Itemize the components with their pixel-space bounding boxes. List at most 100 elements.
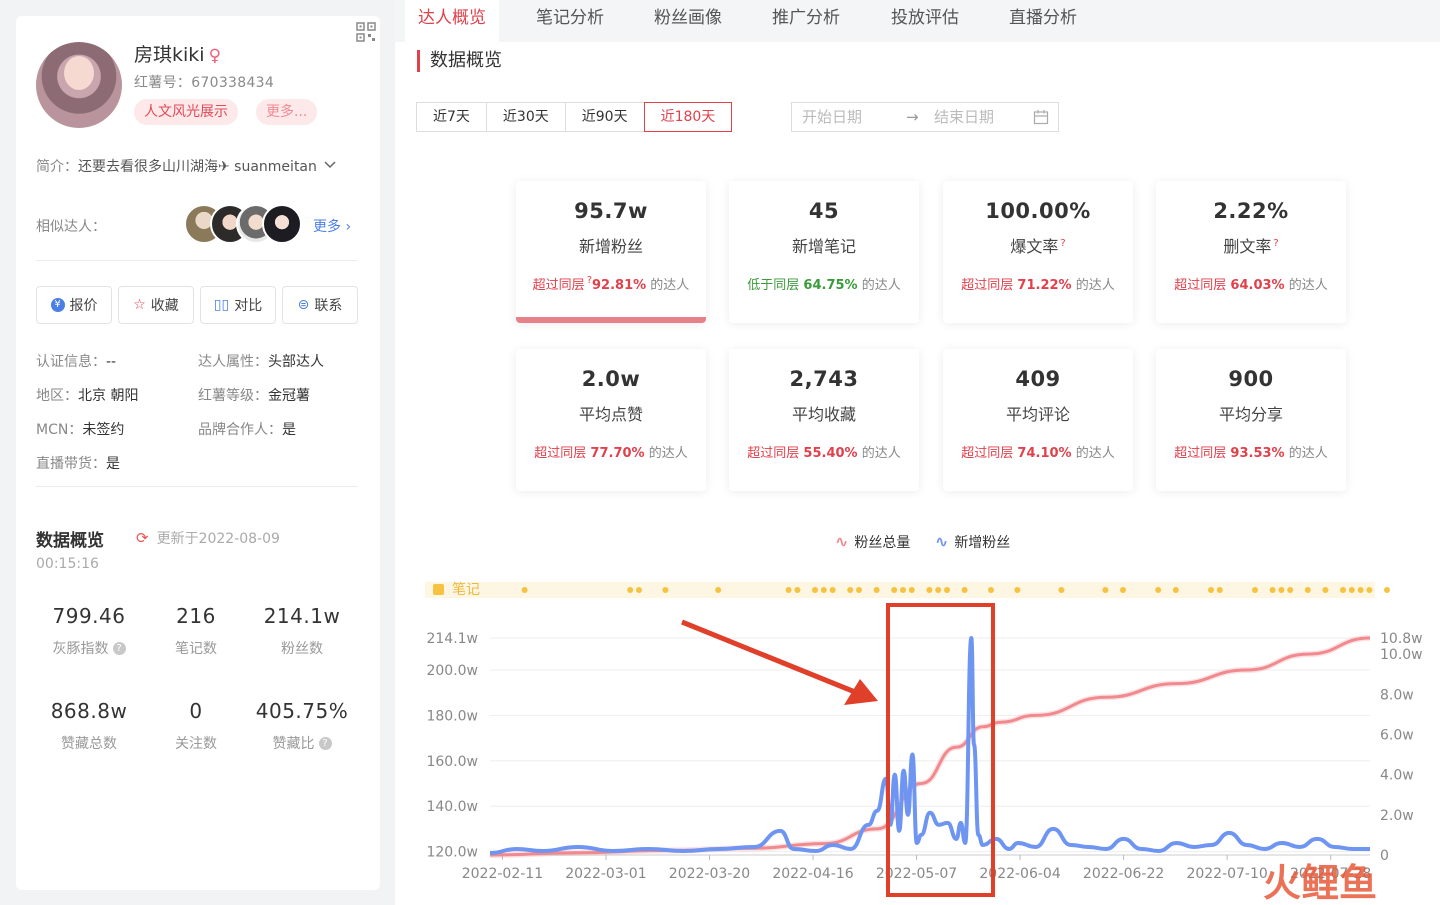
metric-card-avg-likes[interactable]: 2.0w 平均点赞 超过同层 77.70% 的达人 bbox=[516, 349, 706, 491]
metric-card-delete-rate[interactable]: 2.22% 删文率? 超过同层 64.03% 的达人 bbox=[1156, 181, 1346, 323]
help-icon[interactable]: ? bbox=[1060, 238, 1065, 249]
y-left-tick-label: 180.0w bbox=[426, 708, 478, 724]
star-icon: ☆ bbox=[133, 297, 146, 313]
y-left-tick-label: 120.0w bbox=[426, 845, 478, 861]
update-info: ⟳ 更新于2022-08-09 bbox=[136, 528, 280, 548]
note-dot bbox=[1287, 587, 1294, 593]
stat-like-ratio: 405.75% 赞藏比? bbox=[255, 699, 349, 752]
y-right-tick-label: 10.8w bbox=[1380, 631, 1423, 647]
section-title: 数据概览 bbox=[417, 50, 502, 72]
note-dot bbox=[829, 587, 836, 593]
bio[interactable]: 简介：还要去看很多山川湖海✈ suanmeitan bbox=[36, 156, 337, 176]
range-90d[interactable]: 近90天 bbox=[564, 102, 645, 132]
note-dot bbox=[812, 587, 818, 593]
chevron-right-icon: › bbox=[345, 219, 352, 235]
notes-band-label: 笔记 bbox=[452, 582, 480, 598]
tab-notes[interactable]: 笔记分析 bbox=[523, 0, 617, 42]
note-dot bbox=[785, 587, 792, 593]
start-date-input[interactable]: 开始日期 bbox=[802, 103, 862, 131]
metric-card-hit-rate[interactable]: 100.00% 爆文率? 超过同层 71.22% 的达人 bbox=[943, 181, 1133, 323]
calendar-icon[interactable] bbox=[1033, 109, 1049, 125]
tab-fans[interactable]: 粉丝画像 bbox=[641, 0, 735, 42]
tab-live[interactable]: 直播分析 bbox=[996, 0, 1090, 42]
note-dot bbox=[1348, 587, 1355, 593]
y-right-tick-label: 10.0w bbox=[1380, 647, 1423, 663]
tab-evaluation[interactable]: 投放评估 bbox=[878, 0, 972, 42]
note-dot bbox=[1340, 587, 1346, 593]
compare-button[interactable]: ▯▯ 对比 bbox=[200, 286, 276, 324]
end-date-input[interactable]: 结束日期 bbox=[934, 103, 994, 131]
note-dot bbox=[961, 587, 968, 593]
y-right-tick-label: 2.0w bbox=[1380, 808, 1414, 824]
help-icon[interactable]: ? bbox=[112, 642, 126, 655]
tab-overview[interactable]: 达人概览 bbox=[405, 0, 499, 42]
note-dot bbox=[1102, 587, 1109, 593]
note-dot bbox=[1322, 587, 1329, 593]
legend-total-fans[interactable]: ∿ 粉丝总量 bbox=[835, 532, 910, 551]
note-dot bbox=[1172, 587, 1179, 593]
similar-more-link[interactable]: 更多 › bbox=[313, 216, 351, 236]
notes-icon bbox=[433, 584, 444, 595]
date-range-picker[interactable]: 开始日期 → 结束日期 bbox=[791, 102, 1059, 132]
help-icon[interactable]: ? bbox=[318, 737, 332, 750]
tab-promotion[interactable]: 推广分析 bbox=[759, 0, 853, 42]
x-tick-label: 2022-02-11 bbox=[462, 866, 543, 882]
note-dot bbox=[873, 587, 880, 593]
arrow-right-icon: → bbox=[906, 108, 919, 126]
chevron-down-icon[interactable] bbox=[323, 160, 337, 170]
range-180d[interactable]: 近180天 bbox=[643, 102, 733, 132]
stat-following: 0 关注数 bbox=[175, 699, 217, 752]
note-dot bbox=[988, 587, 994, 593]
legend-new-fans[interactable]: ∿ 新增粉丝 bbox=[935, 532, 1010, 551]
metric-card-new-fans[interactable]: 95.7w 新增粉丝 超过同层 ?92.81% 的达人 bbox=[516, 181, 706, 323]
info-mcn: MCN：未签约 bbox=[36, 422, 125, 438]
refresh-icon[interactable]: ⟳ bbox=[136, 529, 149, 547]
range-7d[interactable]: 近7天 bbox=[416, 102, 487, 132]
y-left-tick-label: 140.0w bbox=[426, 799, 478, 815]
note-dot bbox=[908, 587, 915, 593]
note-dot bbox=[1208, 587, 1214, 593]
watermark-logo: 火鲤鱼 bbox=[1263, 861, 1377, 905]
help-icon[interactable]: ? bbox=[1273, 238, 1278, 249]
note-dot bbox=[926, 587, 933, 593]
info-region: 地区：北京 朝阳 bbox=[36, 388, 139, 404]
info-live-commerce: 直播带货：是 bbox=[36, 456, 120, 472]
chart-legend: ∿ 粉丝总量 ∿ 新增粉丝 bbox=[835, 532, 1030, 552]
metric-card-new-notes[interactable]: 45 新增笔记 低于同层 64.75% 的达人 bbox=[729, 181, 919, 323]
profile-name: 房琪kiki bbox=[134, 44, 205, 66]
note-dot bbox=[794, 587, 801, 593]
note-dot bbox=[1058, 587, 1065, 593]
category-tag[interactable]: 人文风光展示 bbox=[134, 99, 238, 125]
range-30d[interactable]: 近30天 bbox=[485, 102, 566, 132]
similar-avatar[interactable] bbox=[262, 204, 302, 244]
metric-card-avg-comments[interactable]: 409 平均评论 超过同层 74.10% 的达人 bbox=[943, 349, 1133, 491]
bio-label: 简介： bbox=[36, 159, 78, 175]
favorite-button[interactable]: ☆ 收藏 bbox=[118, 286, 194, 324]
qrcode-icon[interactable] bbox=[356, 22, 376, 42]
chat-icon: ⊜ bbox=[297, 297, 310, 313]
note-dot bbox=[856, 587, 862, 593]
contact-button[interactable]: ⊜ 联系 bbox=[282, 286, 358, 324]
profile-panel: 房琪kiki ♀ 红薯号：670338434 人文风光展示 更多... 简介：还要… bbox=[16, 16, 380, 890]
quote-button[interactable]: ¥ 报价 bbox=[36, 286, 112, 324]
metric-card-avg-shares[interactable]: 900 平均分享 超过同层 93.53% 的达人 bbox=[1156, 349, 1346, 491]
quote-label: 报价 bbox=[69, 298, 98, 314]
metric-card-avg-collects[interactable]: 2,743 平均收藏 超过同层 55.40% 的达人 bbox=[729, 349, 919, 491]
series-total-fans-line bbox=[489, 636, 1371, 857]
y-right-tick-label: 8.0w bbox=[1380, 687, 1414, 703]
x-tick-label: 2022-03-20 bbox=[669, 866, 750, 882]
more-tags-button[interactable]: 更多... bbox=[256, 99, 318, 125]
x-tick-label: 2022-07-10 bbox=[1186, 866, 1267, 882]
stat-index: 799.46 灰豚指数? bbox=[52, 604, 126, 657]
y-left-tick-label: 214.1w bbox=[426, 631, 478, 647]
note-dot bbox=[1384, 587, 1390, 593]
note-dot bbox=[521, 587, 528, 593]
divider bbox=[36, 260, 358, 261]
note-dot bbox=[715, 587, 722, 593]
note-dot bbox=[662, 587, 669, 593]
note-dot bbox=[1120, 587, 1126, 593]
note-dot bbox=[1014, 587, 1021, 593]
compare-icon: ▯▯ bbox=[213, 297, 230, 313]
y-right-tick-label: 0 bbox=[1380, 848, 1389, 864]
note-dot bbox=[1252, 587, 1258, 593]
